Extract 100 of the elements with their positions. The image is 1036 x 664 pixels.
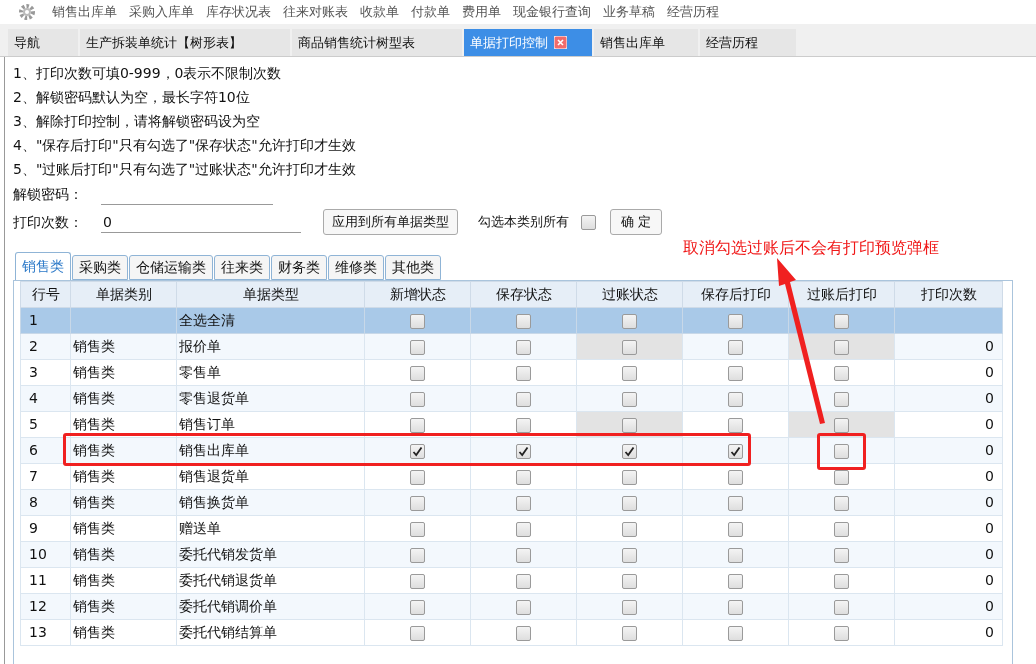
checkbox[interactable]	[622, 313, 637, 329]
checkbox[interactable]	[516, 339, 531, 355]
checkbox[interactable]	[728, 573, 743, 589]
category-tab[interactable]: 仓储运输类	[129, 255, 213, 280]
checkbox[interactable]	[410, 599, 425, 615]
checkbox[interactable]	[516, 573, 531, 589]
checkbox[interactable]	[410, 625, 425, 641]
checkbox[interactable]	[516, 417, 531, 433]
checkbox[interactable]	[728, 625, 743, 641]
table-row[interactable]: 9 销售类 赠送单 0	[20, 515, 1003, 542]
checkbox[interactable]	[834, 391, 849, 407]
table-row[interactable]: 11 销售类 委托代销退货单 0	[20, 567, 1003, 594]
table-row[interactable]: 10 销售类 委托代销发货单 0	[20, 541, 1003, 568]
table-row[interactable]: 3 销售类 零售单 0	[20, 359, 1003, 386]
checkbox[interactable]	[410, 443, 425, 459]
tab[interactable]: 生产拆装单统计【树形表】	[80, 29, 290, 56]
gear-icon[interactable]	[18, 3, 36, 21]
checkbox[interactable]	[516, 547, 531, 563]
checkbox[interactable]	[728, 521, 743, 537]
checkbox[interactable]	[622, 625, 637, 641]
checkbox[interactable]	[410, 547, 425, 563]
checkbox[interactable]	[410, 391, 425, 407]
table-row[interactable]: 2 销售类 报价单 0	[20, 333, 1003, 360]
menu-item[interactable]: 往来对账表	[283, 2, 348, 22]
checkbox[interactable]	[516, 521, 531, 537]
table-row[interactable]: 13 销售类 委托代销结算单 0	[20, 619, 1003, 646]
checkbox[interactable]	[410, 417, 425, 433]
table-row[interactable]: 4 销售类 零售退货单 0	[20, 385, 1003, 412]
table-row[interactable]: 1 全选全清	[20, 307, 1003, 334]
category-tab[interactable]: 往来类	[214, 255, 270, 280]
menu-item[interactable]: 经营历程	[667, 2, 719, 22]
checkbox[interactable]	[410, 495, 425, 511]
checkbox[interactable]	[834, 443, 849, 459]
checkbox[interactable]	[728, 495, 743, 511]
checkbox[interactable]	[728, 417, 743, 433]
checkbox[interactable]	[622, 547, 637, 563]
checkbox[interactable]	[516, 495, 531, 511]
menu-item[interactable]: 收款单	[360, 2, 399, 22]
checkbox[interactable]	[834, 599, 849, 615]
checkbox[interactable]	[516, 443, 531, 459]
checkbox[interactable]	[834, 365, 849, 381]
checkbox[interactable]	[516, 391, 531, 407]
checkbox[interactable]	[516, 599, 531, 615]
checkbox[interactable]	[728, 365, 743, 381]
checkbox[interactable]	[581, 215, 596, 230]
column-header[interactable]: 行号	[20, 281, 71, 308]
tab[interactable]: 商品销售统计树型表	[292, 29, 462, 56]
checkbox[interactable]	[728, 443, 743, 459]
checkbox[interactable]	[622, 521, 637, 537]
ok-button[interactable]: 确 定	[610, 209, 663, 235]
close-icon[interactable]	[554, 36, 567, 49]
tab[interactable]: 销售出库单	[594, 29, 698, 56]
checkbox[interactable]	[622, 573, 637, 589]
column-header[interactable]: 单据类型	[176, 281, 365, 308]
menu-item[interactable]: 库存状况表	[206, 2, 271, 22]
checkbox[interactable]	[622, 599, 637, 615]
menu-item[interactable]: 业务草稿	[603, 2, 655, 22]
checkbox[interactable]	[728, 313, 743, 329]
menu-item[interactable]: 销售出库单	[52, 2, 117, 22]
menu-item[interactable]: 付款单	[411, 2, 450, 22]
checkbox[interactable]	[834, 495, 849, 511]
print-count-field[interactable]: 0	[101, 211, 301, 233]
checkbox[interactable]	[410, 365, 425, 381]
checkbox[interactable]	[410, 573, 425, 589]
checkbox[interactable]	[728, 547, 743, 563]
tab[interactable]: 导航	[8, 29, 78, 56]
checkbox[interactable]	[622, 391, 637, 407]
column-header[interactable]: 新增状态	[364, 281, 471, 308]
category-tab[interactable]: 维修类	[328, 255, 384, 280]
apply-all-button[interactable]: 应用到所有单据类型	[323, 209, 458, 235]
category-tab[interactable]: 其他类	[385, 255, 441, 280]
table-row[interactable]: 6 销售类 销售出库单 0	[20, 437, 1003, 464]
checkbox[interactable]	[728, 469, 743, 485]
checkbox[interactable]	[834, 625, 849, 641]
menu-item[interactable]: 现金银行查询	[513, 2, 591, 22]
column-header[interactable]: 打印次数	[894, 281, 1003, 308]
menu-item[interactable]: 采购入库单	[129, 2, 194, 22]
checkbox[interactable]	[728, 391, 743, 407]
checkbox[interactable]	[516, 313, 531, 329]
menu-item[interactable]: 费用单	[462, 2, 501, 22]
checkbox[interactable]	[622, 495, 637, 511]
checkbox[interactable]	[834, 313, 849, 329]
column-header[interactable]: 过账状态	[576, 281, 683, 308]
column-header[interactable]: 保存状态	[470, 281, 577, 308]
category-tab[interactable]: 销售类	[15, 252, 71, 280]
category-tab[interactable]: 财务类	[271, 255, 327, 280]
checkbox[interactable]	[622, 469, 637, 485]
checkbox[interactable]	[728, 599, 743, 615]
checkbox[interactable]	[410, 469, 425, 485]
tab[interactable]: 经营历程	[700, 29, 796, 56]
checkbox[interactable]	[834, 547, 849, 563]
checkbox[interactable]	[410, 339, 425, 355]
checkbox[interactable]	[728, 339, 743, 355]
checkbox[interactable]	[834, 521, 849, 537]
checkbox[interactable]	[410, 313, 425, 329]
checkbox[interactable]	[622, 365, 637, 381]
category-tab[interactable]: 采购类	[72, 255, 128, 280]
checkbox[interactable]	[410, 521, 425, 537]
checkbox[interactable]	[834, 573, 849, 589]
checkbox[interactable]	[516, 365, 531, 381]
